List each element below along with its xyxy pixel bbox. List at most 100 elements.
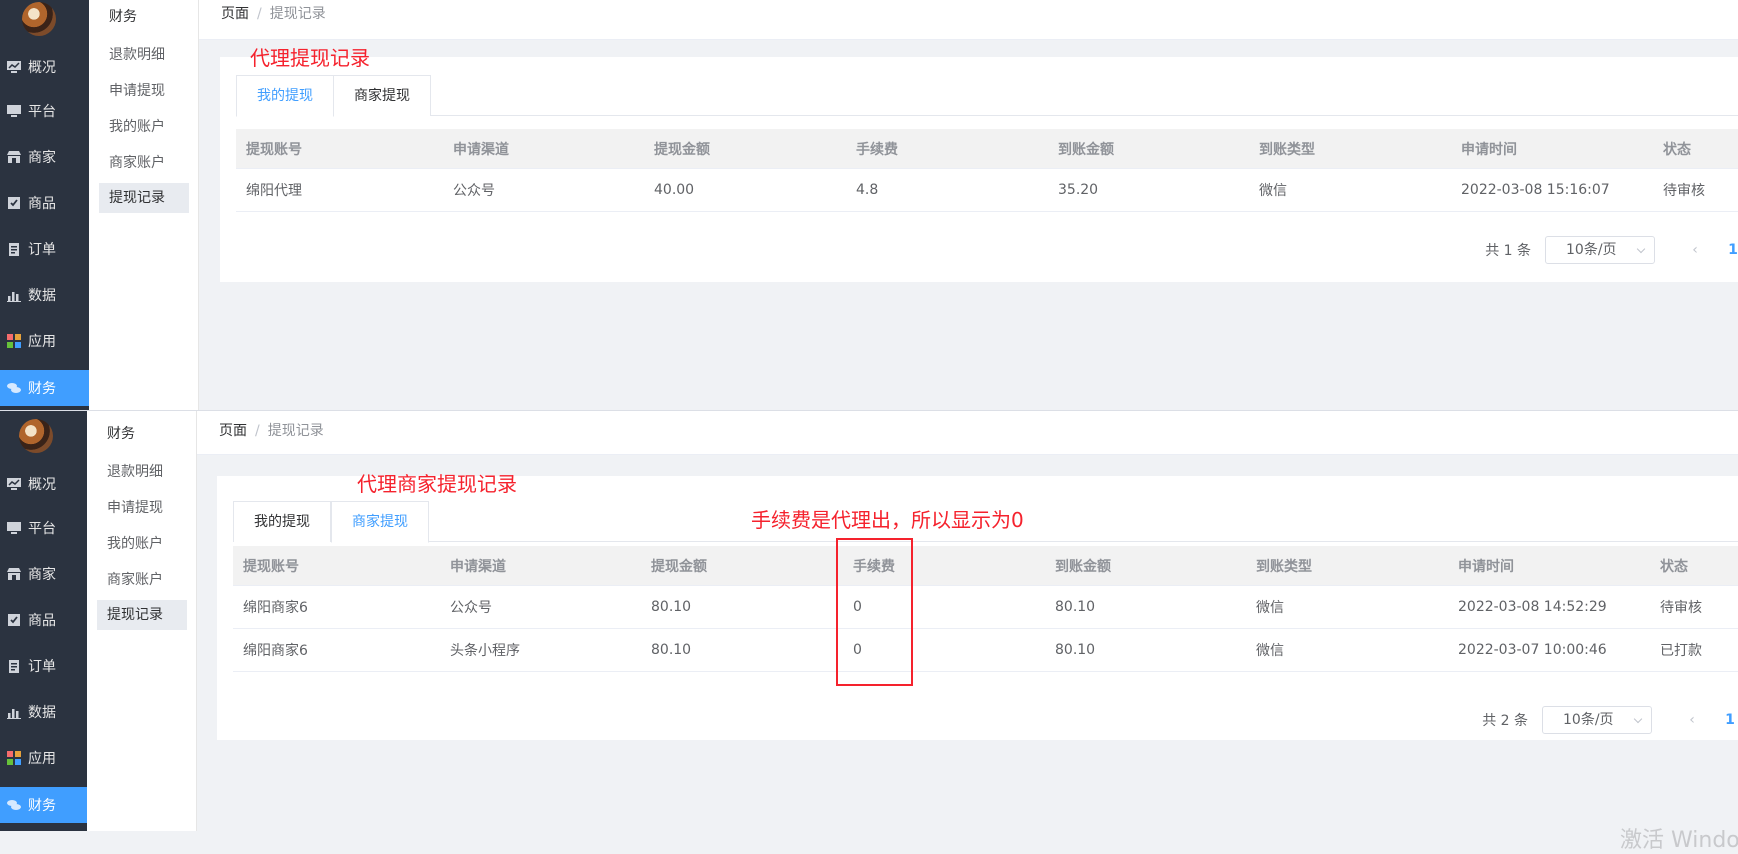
table-cell: 公众号 [450,600,492,616]
nav-item-orders[interactable]: 订单 [0,231,89,267]
annotation-title: 代理提现记录 [250,46,370,70]
nav-item-finance[interactable]: 财务 [0,370,89,406]
nav-item-merchant[interactable]: 商家 [0,139,89,175]
table-header: 提现账号 申请渠道 提现金额 手续费 到账金额 到账类型 申请时间 状态 [233,546,1738,586]
table-cell: 绵阳商家6 [243,600,308,616]
nav-item-finance[interactable]: 财务 [0,787,87,823]
coins-icon [6,380,22,396]
nav-item-label: 财务 [28,381,56,397]
breadcrumb: 页面 / 提现记录 [197,411,1738,455]
submenu-item-my-account[interactable]: 我的账户 [99,112,189,142]
column-header: 申请时间 [1458,558,1514,575]
breadcrumb-separator: / [257,6,262,22]
breadcrumb: 页面 / 提现记录 [199,0,1738,40]
panel-agent-merchant-withdrawals: 概况 平台 商家 商品 订单 数据 应用 财务 财务 退款明细 申请提现 我的账… [0,410,1738,831]
table-cell: 已打款 [1660,643,1702,659]
store-icon [6,149,22,165]
main-sidebar: 概况 平台 商家 商品 订单 数据 应用 财务 [0,0,89,421]
prev-page-button[interactable]: ‹ [1682,712,1702,728]
nav-item-apps[interactable]: 应用 [0,323,89,359]
nav-item-label: 订单 [28,242,56,258]
submenu-item-apply-withdraw[interactable]: 申请提现 [97,493,187,523]
table-cell: 绵阳商家6 [243,643,308,659]
tab-merchant-withdrawals[interactable]: 商家提现 [331,501,429,543]
breadcrumb-separator: / [255,423,260,439]
desktop-icon [6,103,22,119]
table-row: 绵阳代理 公众号 40.00 4.8 35.20 微信 2022-03-08 1… [236,169,1738,212]
column-header: 状态 [1660,558,1688,575]
nav-item-orders[interactable]: 订单 [0,648,87,684]
nav-item-overview[interactable]: 概况 [0,466,87,502]
table-cell: 35.20 [1058,182,1099,198]
finance-submenu: 财务 退款明细 申请提现 我的账户 商家账户 提现记录 [87,411,197,831]
box-check-icon [6,612,22,628]
page-size-select[interactable]: 10条/页 [1545,236,1655,264]
app-logo[interactable] [19,419,53,453]
nav-item-merchant[interactable]: 商家 [0,556,87,592]
nav-item-goods[interactable]: 商品 [0,185,89,221]
submenu-item-merchant-account[interactable]: 商家账户 [99,148,189,178]
bar-chart-icon [6,287,22,303]
breadcrumb-root[interactable]: 页面 [221,6,249,22]
withdraw-card: 我的提现 商家提现 提现账号 申请渠道 提现金额 手续费 到账金额 到账类型 申… [220,57,1738,282]
nav-item-label: 概况 [28,60,56,76]
app-logo[interactable] [22,2,56,36]
nav-item-platform[interactable]: 平台 [0,510,87,546]
prev-page-button[interactable]: ‹ [1685,242,1705,258]
submenu-item-withdraw-records[interactable]: 提现记录 [97,600,187,630]
submenu-item-apply-withdraw[interactable]: 申请提现 [99,76,189,106]
tab-my-withdrawals[interactable]: 我的提现 [236,75,334,117]
column-header: 到账金额 [1055,558,1111,575]
fee-highlight-box [836,538,913,686]
column-header: 手续费 [856,141,898,158]
table-cell: 公众号 [453,183,495,199]
submenu-item-refunds[interactable]: 退款明细 [99,40,189,70]
column-header: 提现账号 [243,558,299,575]
breadcrumb-root[interactable]: 页面 [219,423,247,439]
breadcrumb-current: 提现记录 [267,423,324,439]
column-header: 提现金额 [651,558,707,575]
tab-merchant-withdrawals[interactable]: 商家提现 [334,75,431,116]
page-number-button[interactable]: 1 [1720,712,1738,728]
column-header: 申请时间 [1461,141,1517,158]
table-row: 绵阳商家6 公众号 80.10 0 80.10 微信 2022-03-08 14… [233,586,1738,629]
submenu-item-my-account[interactable]: 我的账户 [97,529,187,559]
nav-item-label: 数据 [28,288,56,304]
coins-icon [6,797,22,813]
nav-item-overview[interactable]: 概况 [0,49,89,85]
nav-item-label: 平台 [28,521,56,537]
nav-item-platform[interactable]: 平台 [0,93,89,129]
pagination-total: 共 1 条 [1485,243,1531,259]
table-cell: 绵阳代理 [246,183,302,199]
nav-item-label: 概况 [28,477,56,493]
column-header: 状态 [1663,141,1691,158]
nav-item-label: 平台 [28,104,56,120]
submenu-item-merchant-account[interactable]: 商家账户 [97,565,187,595]
column-header: 提现账号 [246,141,302,158]
nav-item-apps[interactable]: 应用 [0,740,87,776]
nav-item-data[interactable]: 数据 [0,277,89,313]
nav-item-label: 数据 [28,705,56,721]
table-cell: 待审核 [1660,600,1702,616]
monitor-chart-icon [6,476,22,492]
nav-item-label: 商品 [28,613,56,629]
table-cell: 80.10 [1055,599,1096,615]
windows-activation-watermark: 激活 Windows [1620,828,1738,853]
nav-item-goods[interactable]: 商品 [0,602,87,638]
finance-submenu: 财务 退款明细 申请提现 我的账户 商家账户 提现记录 [89,0,199,421]
nav-item-data[interactable]: 数据 [0,694,87,730]
table-cell: 微信 [1256,643,1284,659]
table-cell: 40.00 [654,182,695,198]
pagination: 共 2 条 10条/页 ‹ 1 › [1482,706,1738,734]
page-number-button[interactable]: 1 [1723,242,1738,258]
table-cell: 80.10 [651,642,692,658]
monitor-chart-icon [6,59,22,75]
submenu-item-withdraw-records[interactable]: 提现记录 [99,183,189,213]
submenu-item-refunds[interactable]: 退款明细 [97,457,187,487]
column-header: 到账类型 [1259,141,1315,158]
table-cell: 待审核 [1663,183,1705,199]
fee-annotation-note: 手续费是代理出，所以显示为0 [751,508,1024,532]
page-size-select[interactable]: 10条/页 [1542,706,1652,734]
grid-apps-icon [6,333,22,349]
tab-my-withdrawals[interactable]: 我的提现 [233,501,331,542]
